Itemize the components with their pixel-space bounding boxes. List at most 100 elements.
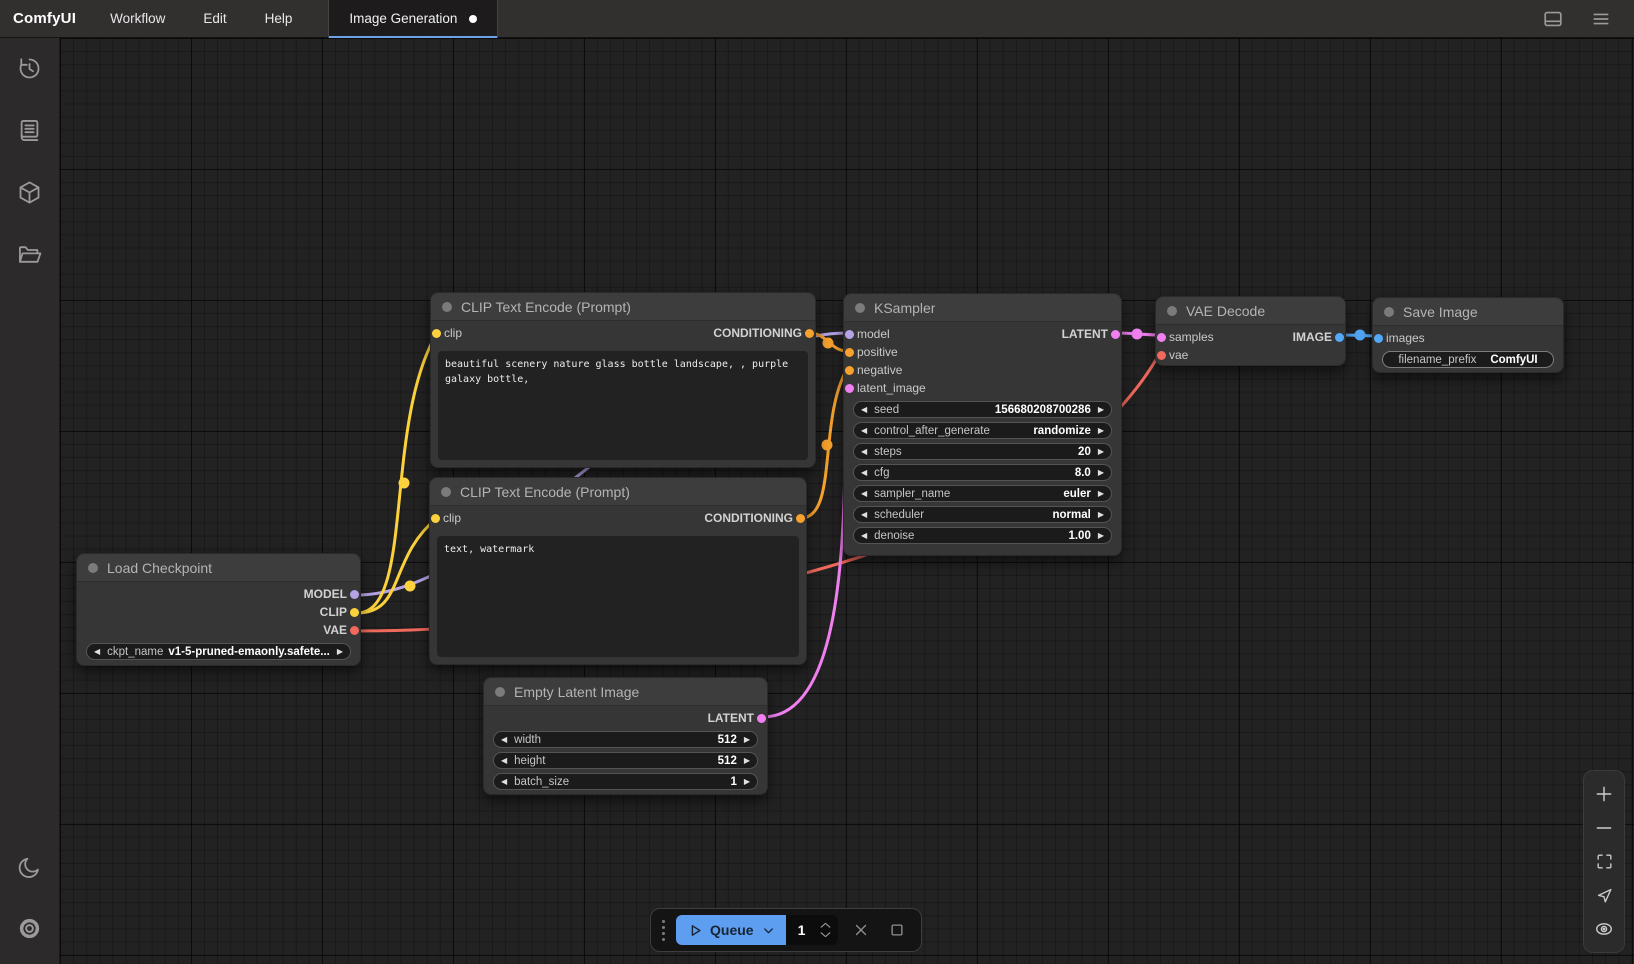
increment-arrow-icon[interactable]: ▶ (1098, 448, 1104, 456)
input-slot-vae[interactable] (1157, 351, 1166, 360)
output-slot-model[interactable] (350, 590, 359, 599)
output-slot-conditioning[interactable] (796, 514, 805, 523)
collapse-dot[interactable] (495, 687, 505, 697)
input-slot-positive[interactable] (845, 348, 854, 357)
decrement-arrow-icon[interactable]: ◀ (861, 448, 867, 456)
node-header[interactable]: Save Image (1373, 298, 1563, 326)
menu-edit[interactable]: Edit (203, 11, 226, 26)
queue-button[interactable]: Queue (676, 915, 786, 945)
output-slot-conditioning[interactable] (805, 329, 814, 338)
increment-arrow-icon[interactable]: ▶ (1098, 532, 1104, 540)
chevron-down-icon[interactable] (761, 923, 776, 938)
decrement-arrow-icon[interactable]: ◀ (501, 757, 507, 765)
increment-arrow-icon[interactable]: ▶ (1098, 511, 1104, 519)
toggle-link-visibility-button[interactable] (1591, 916, 1617, 942)
drag-handle-icon[interactable] (662, 920, 665, 941)
node-header[interactable]: CLIP Text Encode (Prompt) (431, 293, 815, 321)
input-slot-latent-image[interactable] (845, 384, 854, 393)
stepper-up-icon[interactable] (819, 921, 832, 929)
decrement-arrow-icon[interactable]: ◀ (861, 490, 867, 498)
widget-filename-prefix[interactable]: filename_prefix ComfyUI (1382, 351, 1554, 368)
collapse-dot[interactable] (1167, 306, 1177, 316)
decrement-arrow-icon[interactable]: ◀ (94, 648, 100, 656)
output-slot-clip[interactable] (350, 608, 359, 617)
output-slot-latent[interactable] (1111, 330, 1120, 339)
hamburger-menu-icon[interactable] (1590, 8, 1612, 30)
input-slot-samples[interactable] (1157, 333, 1166, 342)
widget-sampler-name[interactable]: ◀ sampler_name euler ▶ (853, 485, 1112, 502)
output-slot-latent[interactable] (757, 714, 766, 723)
node-header[interactable]: Empty Latent Image (484, 678, 767, 706)
menu-help[interactable]: Help (265, 11, 293, 26)
node-ksampler[interactable]: KSampler model LATENT positive negative … (843, 293, 1122, 556)
menu-workflow[interactable]: Workflow (110, 11, 165, 26)
theme-moon-icon[interactable] (16, 854, 43, 881)
widget-cfg[interactable]: ◀ cfg 8.0 ▶ (853, 464, 1112, 481)
node-clip-text-encode-positive[interactable]: CLIP Text Encode (Prompt) clip CONDITION… (430, 292, 816, 468)
widget-height[interactable]: ◀ height 512 ▶ (493, 752, 758, 769)
node-header[interactable]: CLIP Text Encode (Prompt) (430, 478, 806, 506)
input-slot-clip[interactable] (431, 514, 440, 523)
widget-batch-size[interactable]: ◀ batch_size 1 ▶ (493, 773, 758, 790)
increment-arrow-icon[interactable]: ▶ (744, 778, 750, 786)
stop-button[interactable] (884, 917, 910, 943)
collapse-dot[interactable] (855, 303, 865, 313)
node-clip-text-encode-negative[interactable]: CLIP Text Encode (Prompt) clip CONDITION… (429, 477, 807, 665)
tab-image-generation[interactable]: Image Generation (328, 0, 498, 38)
increment-arrow-icon[interactable]: ▶ (1098, 406, 1104, 414)
output-slot-vae[interactable] (350, 626, 359, 635)
select-mode-button[interactable] (1591, 882, 1617, 908)
model-library-icon[interactable] (16, 179, 43, 206)
output-slot-image[interactable] (1335, 333, 1344, 342)
settings-gear-icon[interactable] (16, 915, 43, 942)
zoom-out-button[interactable] (1591, 815, 1617, 841)
input-slot-clip[interactable] (432, 329, 441, 338)
increment-arrow-icon[interactable]: ▶ (1098, 469, 1104, 477)
input-slot-images[interactable] (1374, 334, 1383, 343)
node-library-icon[interactable] (16, 117, 43, 144)
increment-arrow-icon[interactable]: ▶ (1098, 490, 1104, 498)
decrement-arrow-icon[interactable]: ◀ (861, 532, 867, 540)
decrement-arrow-icon[interactable]: ◀ (861, 427, 867, 435)
increment-arrow-icon[interactable]: ▶ (744, 757, 750, 765)
widget-denoise[interactable]: ◀ denoise 1.00 ▶ (853, 527, 1112, 544)
widget-width[interactable]: ◀ width 512 ▶ (493, 731, 758, 748)
collapse-dot[interactable] (441, 487, 451, 497)
widget-steps[interactable]: ◀ steps 20 ▶ (853, 443, 1112, 460)
node-header[interactable]: VAE Decode (1156, 297, 1345, 325)
input-slot-model[interactable] (845, 330, 854, 339)
decrement-arrow-icon[interactable]: ◀ (861, 406, 867, 414)
node-empty-latent-image[interactable]: Empty Latent Image LATENT ◀ width 512 ▶ … (483, 677, 768, 795)
collapse-dot[interactable] (442, 302, 452, 312)
negative-prompt-textarea[interactable]: text, watermark (437, 536, 799, 657)
increment-arrow-icon[interactable]: ▶ (744, 736, 750, 744)
increment-arrow-icon[interactable]: ▶ (337, 648, 343, 656)
stepper-down-icon[interactable] (819, 931, 832, 939)
node-vae-decode[interactable]: VAE Decode samples IMAGE vae (1155, 296, 1346, 366)
history-icon[interactable] (16, 55, 43, 82)
workflows-folder-icon[interactable] (16, 241, 43, 268)
node-header[interactable]: KSampler (844, 294, 1121, 322)
widget-control-after-generate[interactable]: ◀ control_after_generate randomize ▶ (853, 422, 1112, 439)
decrement-arrow-icon[interactable]: ◀ (501, 736, 507, 744)
widget-seed[interactable]: ◀ seed 156680208700286 ▶ (853, 401, 1112, 418)
input-slot-negative[interactable] (845, 366, 854, 375)
node-header[interactable]: Load Checkpoint (77, 554, 360, 582)
decrement-arrow-icon[interactable]: ◀ (501, 778, 507, 786)
widget-scheduler[interactable]: ◀ scheduler normal ▶ (853, 506, 1112, 523)
decrement-arrow-icon[interactable]: ◀ (861, 511, 867, 519)
zoom-in-button[interactable] (1591, 781, 1617, 807)
node-load-checkpoint[interactable]: Load Checkpoint MODEL CLIP VAE ◀ ckpt_na… (76, 553, 361, 666)
fit-view-button[interactable] (1591, 848, 1617, 874)
collapse-dot[interactable] (1384, 307, 1394, 317)
unsaved-indicator-dot[interactable] (469, 15, 477, 23)
increment-arrow-icon[interactable]: ▶ (1098, 427, 1104, 435)
clear-queue-button[interactable] (848, 917, 874, 943)
widget-ckpt-name[interactable]: ◀ ckpt_name v1-5-pruned-emaonly.safete..… (86, 643, 351, 660)
positive-prompt-textarea[interactable]: beautiful scenery nature glass bottle la… (438, 351, 808, 460)
bottom-panel-icon[interactable] (1542, 8, 1564, 30)
node-save-image[interactable]: Save Image images filename_prefix ComfyU… (1372, 297, 1564, 373)
decrement-arrow-icon[interactable]: ◀ (861, 469, 867, 477)
collapse-dot[interactable] (88, 563, 98, 573)
batch-count-input[interactable]: 1 (786, 915, 838, 945)
